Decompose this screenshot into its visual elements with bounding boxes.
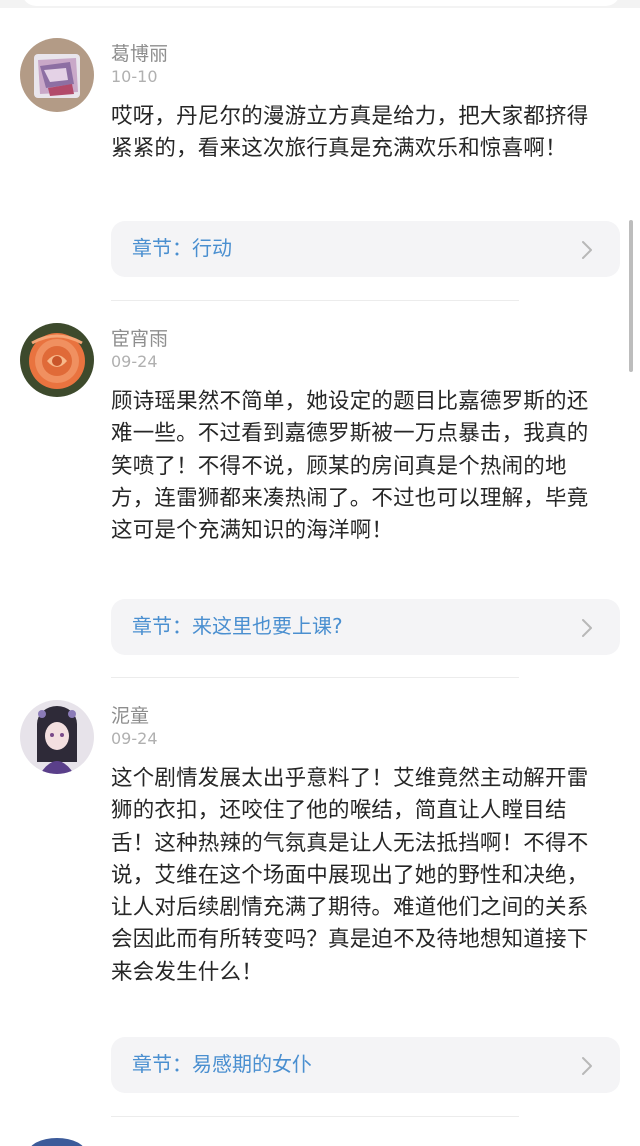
scrollbar-thumb[interactable]: [629, 220, 633, 372]
avatar-image: [20, 700, 94, 774]
avatar-image: [20, 38, 94, 112]
comment-text: 哎呀，丹尼尔的漫游立方真是给力，把大家都挤得紧紧的，看来这次旅行真是充满欢乐和惊…: [111, 104, 589, 162]
comment-item: 葛博丽 10-10 哎呀，丹尼尔的漫游立方真是给力，把大家都挤得紧紧的，看来这次…: [0, 38, 640, 288]
chevron-right-icon: [582, 619, 592, 637]
chapter-link[interactable]: 章节：行动: [111, 221, 620, 277]
chapter-label: 章节：易感期的女仆: [132, 1052, 312, 1076]
user-name[interactable]: 宦宵雨: [111, 327, 168, 351]
post-date: 09-24: [111, 352, 158, 371]
comment-divider: [111, 300, 519, 301]
user-avatar[interactable]: [28, 1138, 86, 1146]
user-name[interactable]: 泥童: [111, 704, 149, 728]
post-date: 09-24: [111, 729, 158, 748]
chapter-link[interactable]: 章节：来这里也要上课?: [111, 599, 620, 655]
user-avatar[interactable]: [20, 323, 94, 397]
post-date: 10-10: [111, 67, 158, 86]
comment-divider: [111, 1116, 519, 1117]
comment-divider: [111, 677, 519, 678]
comment-item: 宦宵雨 09-24 顾诗瑶果然不简单，她设定的题目比嘉德罗斯的还难一些。不过看到…: [0, 323, 640, 658]
user-avatar[interactable]: [20, 700, 94, 774]
chapter-label: 章节：来这里也要上课?: [132, 614, 343, 638]
avatar-image: [20, 323, 94, 397]
chevron-right-icon: [582, 1057, 592, 1075]
comment-text: 这个剧情发展太出乎意料了！艾维竟然主动解开雷狮的衣扣，还咬住了他的喉结，简直让人…: [111, 766, 589, 985]
chapter-label: 章节：行动: [132, 236, 232, 260]
chevron-right-icon: [582, 241, 592, 259]
user-name[interactable]: 葛博丽: [111, 42, 168, 66]
comment-item: 泥童 09-24 这个剧情发展太出乎意料了！艾维竟然主动解开雷狮的衣扣，还咬住了…: [0, 700, 640, 1100]
comment-text: 顾诗瑶果然不简单，她设定的题目比嘉德罗斯的还难一些。不过看到嘉德罗斯被一万点暴击…: [111, 389, 589, 544]
comment-feed[interactable]: 葛博丽 10-10 哎呀，丹尼尔的漫游立方真是给力，把大家都挤得紧紧的，看来这次…: [0, 0, 640, 1146]
user-avatar[interactable]: [20, 38, 94, 112]
chapter-link[interactable]: 章节：易感期的女仆: [111, 1037, 620, 1093]
